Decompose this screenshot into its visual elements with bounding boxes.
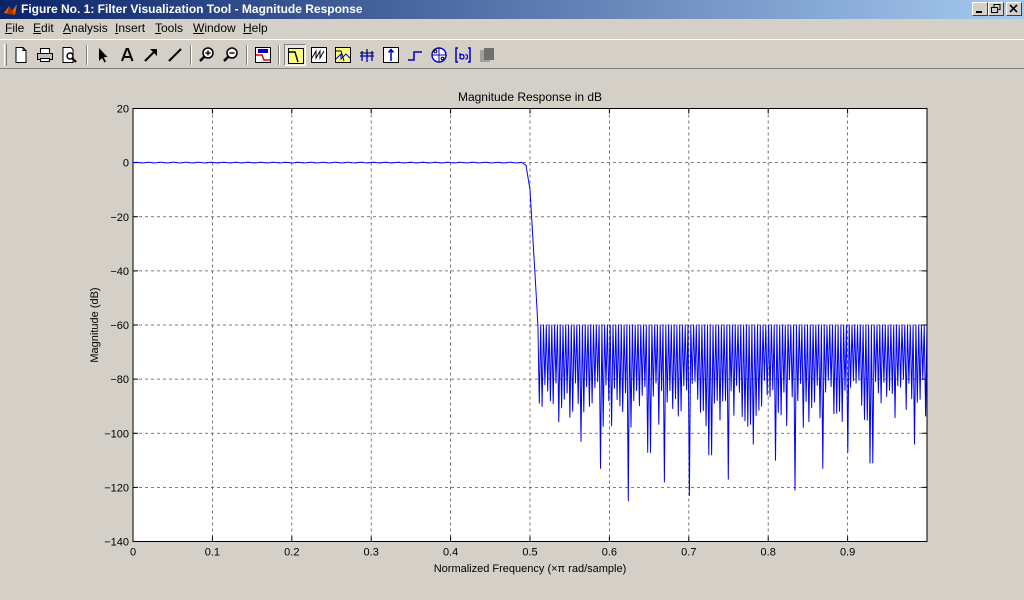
x-tick-label: 0.7: [681, 547, 696, 559]
insert-line-icon: [168, 48, 182, 62]
toolbar-separator: [278, 45, 280, 65]
minimize-icon: [976, 11, 982, 13]
x-tick-label: 0.3: [364, 547, 379, 559]
edit-plot-arrow-icon: [99, 48, 108, 63]
menu-insert[interactable]: Insert: [115, 21, 145, 35]
print-preview-button[interactable]: [58, 44, 80, 66]
print-preview-icon: [62, 47, 77, 63]
group-delay-icon: [360, 49, 374, 62]
y-tick-label: −140: [104, 537, 129, 549]
group-delay-button[interactable]: [356, 44, 378, 66]
impulse-response-button[interactable]: [380, 44, 402, 66]
x-tick-labels: 0 0.1 0.2 0.3 0.4 0.5 0.6 0.7 0.8 0.9: [130, 547, 855, 559]
edit-plot-button[interactable]: [92, 44, 114, 66]
minimize-button[interactable]: [972, 2, 988, 16]
x-tick-label: 0: [130, 547, 136, 559]
y-tick-label: −120: [104, 482, 129, 494]
step-response-button[interactable]: [404, 44, 426, 66]
menu-tools[interactable]: Tools: [155, 21, 183, 35]
y-tick-label: −60: [110, 320, 129, 332]
toolbar-separator: [246, 45, 248, 65]
new-figure-icon: [15, 47, 27, 63]
zoom-out-icon: [223, 47, 238, 62]
step-response-icon: [408, 51, 422, 61]
y-axis-label: Magnitude (dB): [89, 287, 101, 362]
chart-title: Magnitude Response in dB: [458, 90, 602, 104]
impulse-response-icon: [383, 47, 399, 63]
restore-button[interactable]: [988, 2, 1004, 16]
print-icon: [37, 48, 53, 62]
y-tick-label: −80: [110, 374, 129, 386]
insert-arrow-button[interactable]: [140, 44, 162, 66]
x-tick-label: 0.2: [284, 547, 299, 559]
toolbar-grip[interactable]: [4, 44, 7, 66]
phase-response-icon: [311, 47, 327, 63]
x-tick-label: 0.1: [205, 547, 220, 559]
x-axis-label: Normalized Frequency (×π rad/sample): [434, 563, 627, 575]
close-button[interactable]: [1006, 2, 1022, 16]
toolbar-separator: [190, 45, 192, 65]
zoom-out-button[interactable]: [220, 44, 242, 66]
y-tick-label: 20: [117, 104, 129, 116]
filter-specs-icon: [255, 47, 271, 63]
menu-analysis[interactable]: Analysis: [63, 21, 108, 35]
insert-line-button[interactable]: [164, 44, 186, 66]
x-tick-label: 0.6: [602, 547, 617, 559]
phase-response-button[interactable]: [308, 44, 330, 66]
menu-bar: File Edit Analysis Insert Tools Window H…: [0, 19, 1024, 37]
y-tick-label: −40: [110, 266, 129, 278]
filter-specs-button[interactable]: [252, 44, 274, 66]
toolbar-separator: [86, 45, 88, 65]
insert-text-button[interactable]: [116, 44, 138, 66]
x-tick-label: 0.4: [443, 547, 458, 559]
insert-text-icon: [121, 48, 134, 62]
filter-coefficients-button[interactable]: [452, 44, 474, 66]
matlab-logo-icon: [4, 4, 17, 15]
y-tick-labels: 20 0 −20 −40 −60 −80 −100 −120 −140: [104, 104, 129, 549]
magnitude-response-button[interactable]: [284, 44, 306, 66]
toolbar: [0, 39, 1024, 69]
title-bar: Figure No. 1: Filter Visualization Tool …: [0, 0, 1024, 19]
y-tick-label: 0: [123, 158, 129, 170]
filter-info-button[interactable]: [476, 44, 498, 66]
menu-window[interactable]: Window: [193, 21, 236, 35]
pole-zero-button[interactable]: [428, 44, 450, 66]
window-title: Figure No. 1: Filter Visualization Tool …: [21, 2, 363, 16]
print-button[interactable]: [34, 44, 56, 66]
filter-coefficients-icon: [455, 47, 471, 63]
new-figure-button[interactable]: [10, 44, 32, 66]
magnitude-phase-button[interactable]: [332, 44, 354, 66]
x-tick-label: 0.9: [840, 547, 855, 559]
close-icon: [1009, 4, 1018, 13]
magnitude-response-icon: [288, 48, 304, 64]
y-tick-label: −20: [110, 212, 129, 224]
pole-zero-icon: [431, 47, 447, 63]
menu-help[interactable]: Help: [243, 21, 268, 35]
x-tick-label: 0.5: [522, 547, 537, 559]
menu-edit[interactable]: Edit: [33, 21, 54, 35]
magnitude-phase-icon: [335, 47, 351, 63]
figure-canvas[interactable]: 20 0 −20 −40 −60 −80 −100 −120 −140 0 0.1 0.2 0.3 0.…: [0, 70, 1024, 600]
y-tick-label: −100: [104, 428, 129, 440]
zoom-in-icon: [199, 47, 214, 62]
x-tick-label: 0.8: [761, 547, 776, 559]
insert-arrow-icon: [144, 49, 157, 62]
restore-icon: [991, 4, 1001, 13]
filter-info-icon: [480, 48, 494, 62]
zoom-in-button[interactable]: [196, 44, 218, 66]
menu-file[interactable]: File: [5, 21, 24, 35]
